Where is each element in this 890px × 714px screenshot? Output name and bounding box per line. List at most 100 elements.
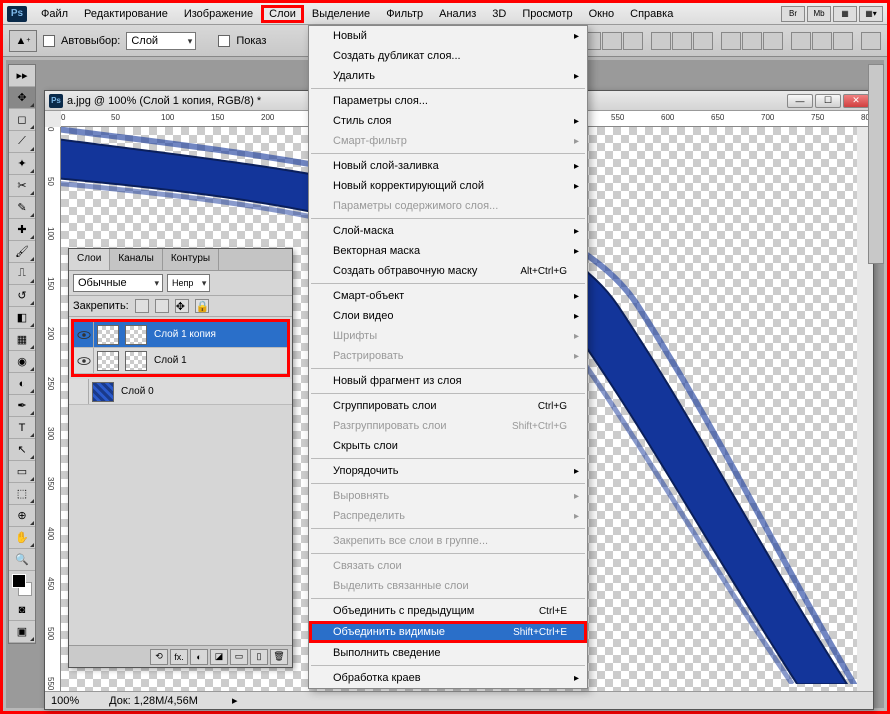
align-icon[interactable] — [721, 32, 741, 50]
align-icon[interactable] — [742, 32, 762, 50]
menu-item[interactable]: Параметры слоя... — [309, 91, 587, 111]
align-icon[interactable] — [651, 32, 671, 50]
lasso-tool[interactable]: ⟋ — [9, 131, 35, 153]
doc-size[interactable]: Док: 1,28M/4,56M — [109, 695, 198, 707]
menu-item[interactable]: Обработка краев — [309, 668, 587, 688]
layer-row[interactable]: Слой 1 — [74, 348, 287, 374]
visibility-toggle[interactable] — [74, 322, 94, 347]
close-button[interactable]: ✕ — [843, 94, 869, 108]
layers-footer-icon[interactable]: ⟲ — [150, 649, 168, 665]
marquee-tool[interactable]: ◻ — [9, 109, 35, 131]
menubar-icon[interactable]: Mb — [807, 6, 831, 22]
layers-footer-icon[interactable]: ▭ — [230, 649, 248, 665]
maximize-button[interactable]: ☐ — [815, 94, 841, 108]
pen-tool[interactable]: ✒ — [9, 395, 35, 417]
menu-item[interactable]: Слои видео — [309, 306, 587, 326]
brush-tool[interactable]: 🖌 — [9, 241, 35, 263]
layers-footer-icon[interactable]: ▯ — [250, 649, 268, 665]
move-tool[interactable]: ✥ — [9, 87, 35, 109]
menu-слои[interactable]: Слои — [261, 5, 304, 23]
hand-tool[interactable]: ✋ — [9, 527, 35, 549]
path-tool[interactable]: ↖ — [9, 439, 35, 461]
align-icon[interactable] — [693, 32, 713, 50]
menu-item[interactable]: Новый — [309, 26, 587, 46]
layer-thumbnail[interactable] — [97, 325, 119, 345]
layer-mask-thumbnail[interactable] — [125, 351, 147, 371]
menu-изображение[interactable]: Изображение — [176, 5, 261, 23]
menu-просмотр[interactable]: Просмотр — [514, 5, 580, 23]
zoom-level[interactable]: 100% — [51, 695, 79, 707]
align-icon[interactable] — [833, 32, 853, 50]
menu-item[interactable]: Новый корректирующий слой — [309, 176, 587, 196]
lock-transparency-icon[interactable] — [135, 299, 149, 313]
opacity-dropdown[interactable]: Непр — [167, 274, 210, 292]
minimize-button[interactable]: — — [787, 94, 813, 108]
stamp-tool[interactable]: ⎍ — [9, 263, 35, 285]
blur-tool[interactable]: ◉ — [9, 351, 35, 373]
right-dock-strip[interactable] — [868, 64, 884, 264]
layers-footer-icon[interactable]: ◐ — [190, 649, 208, 665]
menu-файл[interactable]: Файл — [33, 5, 76, 23]
lock-pixels-icon[interactable] — [155, 299, 169, 313]
menu-item[interactable]: Создать дубликат слоя... — [309, 46, 587, 66]
wand-tool[interactable]: ✦ — [9, 153, 35, 175]
menu-item[interactable]: Новый слой-заливка — [309, 156, 587, 176]
layer-thumbnail[interactable] — [97, 351, 119, 371]
healing-tool[interactable]: ✚ — [9, 219, 35, 241]
menu-item[interactable]: Объединить видимыеShift+Ctrl+E — [309, 621, 587, 643]
zoom-tool[interactable]: 🔍 — [9, 549, 35, 571]
show-checkbox[interactable] — [218, 35, 230, 47]
menu-выделение[interactable]: Выделение — [304, 5, 378, 23]
foreground-swatch[interactable] — [12, 574, 26, 588]
menu-фильтр[interactable]: Фильтр — [378, 5, 431, 23]
autoselect-checkbox[interactable] — [43, 35, 55, 47]
align-icon[interactable] — [602, 32, 622, 50]
menu-item[interactable]: Векторная маска — [309, 241, 587, 261]
type-tool[interactable]: T — [9, 417, 35, 439]
quickmask-toggle[interactable]: ◙ — [9, 599, 35, 621]
menu-окно[interactable]: Окно — [581, 5, 623, 23]
layer-mask-thumbnail[interactable] — [125, 325, 147, 345]
3d-tool[interactable]: ⬚ — [9, 483, 35, 505]
menu-item[interactable]: Удалить — [309, 66, 587, 86]
current-tool-indicator[interactable]: ▲+ — [9, 30, 37, 52]
gradient-tool[interactable]: ▦ — [9, 329, 35, 351]
menu-item[interactable]: Упорядочить — [309, 461, 587, 481]
menu-item[interactable]: Смарт-объект — [309, 286, 587, 306]
history-brush-tool[interactable]: ↺ — [9, 285, 35, 307]
layer-thumbnail[interactable] — [92, 382, 114, 402]
panel-tab[interactable]: Контуры — [163, 249, 219, 270]
align-icon[interactable] — [623, 32, 643, 50]
align-icon[interactable] — [791, 32, 811, 50]
lock-all-icon[interactable]: 🔒 — [195, 299, 209, 313]
crop-tool[interactable]: ✂ — [9, 175, 35, 197]
layer-row[interactable]: Слой 0 — [69, 379, 292, 405]
menu-3d[interactable]: 3D — [484, 5, 514, 23]
menu-item[interactable]: Выполнить сведение — [309, 643, 587, 663]
menu-справка[interactable]: Справка — [622, 5, 681, 23]
menu-item[interactable]: Скрыть слои — [309, 436, 587, 456]
tool-collapse[interactable]: ▸▸ — [9, 65, 35, 87]
menu-item[interactable]: Сгруппировать слоиCtrl+G — [309, 396, 587, 416]
visibility-toggle[interactable] — [74, 348, 94, 373]
3d-camera-tool[interactable]: ⊕ — [9, 505, 35, 527]
menubar-icon[interactable]: ▦ — [833, 6, 857, 22]
align-icon[interactable] — [861, 32, 881, 50]
shape-tool[interactable]: ▭ — [9, 461, 35, 483]
menu-анализ[interactable]: Анализ — [431, 5, 484, 23]
autoselect-dropdown[interactable]: Слой — [126, 32, 196, 50]
dodge-tool[interactable]: ◐ — [9, 373, 35, 395]
lock-position-icon[interactable]: ✥ — [175, 299, 189, 313]
menubar-icon[interactable]: Br — [781, 6, 805, 22]
panel-tab[interactable]: Каналы — [110, 249, 163, 270]
align-icon[interactable] — [672, 32, 692, 50]
screenmode-toggle[interactable]: ▣ — [9, 621, 35, 643]
menu-item[interactable]: Объединить с предыдущимCtrl+E — [309, 601, 587, 621]
align-icon[interactable] — [763, 32, 783, 50]
menubar-icon[interactable]: ▦▾ — [859, 6, 883, 22]
blend-mode-dropdown[interactable]: Обычные — [73, 274, 163, 292]
menu-item[interactable]: Создать обтравочную маскуAlt+Ctrl+G — [309, 261, 587, 281]
eraser-tool[interactable]: ◧ — [9, 307, 35, 329]
layers-footer-icon[interactable]: fx. — [170, 649, 188, 665]
visibility-toggle[interactable] — [69, 379, 89, 404]
